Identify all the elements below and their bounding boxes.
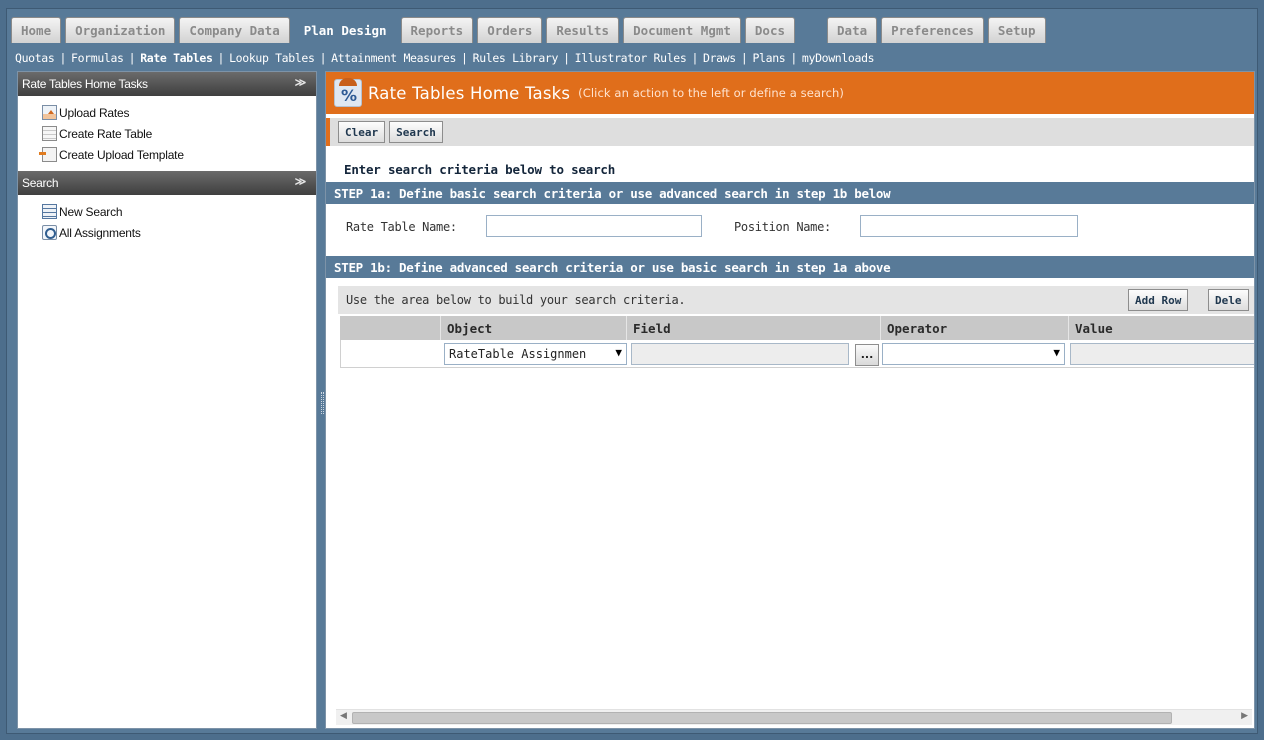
template-icon xyxy=(39,147,57,162)
search-item-label: New Search xyxy=(59,204,123,219)
title-bar: Rate Tables Home Tasks (Click an action … xyxy=(326,72,1254,114)
tab-setup[interactable]: Setup xyxy=(987,17,1046,43)
column-header-value: Value xyxy=(1068,316,1254,340)
new-search-icon xyxy=(42,204,57,219)
rate-table-name-label: Rate Table Name: xyxy=(346,220,457,234)
tab-company-data[interactable]: Company Data xyxy=(179,17,290,43)
upload-icon xyxy=(42,105,57,120)
subnav-separator: | xyxy=(691,51,699,65)
page-title-hint: (Click an action to the left or define a… xyxy=(578,86,845,100)
tab-data[interactable]: Data xyxy=(827,17,878,43)
subnav-separator: | xyxy=(790,51,797,65)
search-item-new-search[interactable]: New Search xyxy=(42,201,316,222)
subnav-link-mydownloads[interactable]: myDownloads xyxy=(802,51,875,65)
operator-select[interactable]: ▼ xyxy=(882,343,1065,365)
column-header-blank xyxy=(340,316,440,340)
horizontal-scrollbar[interactable]: ◀ ▶ xyxy=(336,709,1252,725)
dropdown-arrow-icon: ▼ xyxy=(615,346,622,359)
step-1b-header: STEP 1b: Define advanced search criteria… xyxy=(326,256,1254,278)
field-input[interactable] xyxy=(631,343,849,365)
subnav-link-attainment-measures[interactable]: Attainment Measures xyxy=(331,51,456,65)
subnav-separator: | xyxy=(563,51,570,65)
subnav-link-formulas[interactable]: Formulas xyxy=(71,51,124,65)
subnav-separator: | xyxy=(740,51,748,65)
scroll-left-icon[interactable]: ◀ xyxy=(340,711,347,721)
tab-preferences[interactable]: Preferences xyxy=(881,17,984,43)
scrollbar-thumb[interactable] xyxy=(352,712,1172,724)
delete-row-button[interactable]: Dele xyxy=(1208,289,1249,311)
search-button[interactable]: Search xyxy=(389,121,443,143)
object-select-value: RateTable Assignmen xyxy=(449,347,587,361)
search-panel-title: Search xyxy=(22,176,59,190)
dropdown-arrow-icon: ▼ xyxy=(1053,346,1060,359)
task-label: Upload Rates xyxy=(59,105,130,120)
criteria-row: RateTable Assignmen ▼ ... ▼ xyxy=(340,340,1254,368)
magnifier-icon xyxy=(42,225,57,240)
search-toolbar: Clear Search xyxy=(326,118,1254,146)
task-create-rate-table[interactable]: Create Rate Table xyxy=(42,123,316,144)
column-header-object: Object xyxy=(440,316,626,340)
rate-table-name-input[interactable] xyxy=(486,215,702,237)
document-icon xyxy=(42,126,57,141)
tasks-panel-title: Rate Tables Home Tasks xyxy=(22,77,148,91)
object-select[interactable]: RateTable Assignmen ▼ xyxy=(444,343,627,365)
position-name-input[interactable] xyxy=(860,215,1078,237)
subnav-link-rate-tables[interactable]: Rate Tables xyxy=(140,51,213,65)
task-list: Upload Rates Create Rate Table Create Up… xyxy=(18,96,316,171)
column-header-field: Field xyxy=(626,316,880,340)
search-list: New Search All Assignments xyxy=(18,195,316,249)
task-label: Create Rate Table xyxy=(59,126,153,141)
task-label: Create Upload Template xyxy=(59,147,184,162)
tab-plan-design[interactable]: Plan Design xyxy=(293,16,397,43)
search-instructions: Enter search criteria below to search xyxy=(344,162,616,177)
subnav-separator: | xyxy=(461,51,468,65)
app-window: Home Organization Company Data Plan Design R… xyxy=(6,8,1258,734)
tab-results[interactable]: Results xyxy=(546,17,620,43)
subnav-separator: | xyxy=(217,51,225,65)
scroll-right-icon[interactable]: ▶ xyxy=(1241,711,1248,721)
basic-search-row: Rate Table Name: Position Name: xyxy=(326,212,1254,242)
rate-table-icon xyxy=(334,78,362,107)
left-panel: Rate Tables Home Tasks ≫ Upload Rates Cr… xyxy=(17,71,324,729)
advanced-search-bar: Use the area below to build your search … xyxy=(338,286,1254,314)
tab-orders[interactable]: Orders xyxy=(477,17,543,43)
subnav-separator: | xyxy=(59,51,67,65)
sub-navigation: Quotas | Formulas | Rate Tables | Lookup Table… xyxy=(15,49,875,67)
search-item-all-assignments[interactable]: All Assignments xyxy=(42,222,316,243)
collapse-icon[interactable]: ≫ xyxy=(295,76,307,89)
advanced-search-hint: Use the area below to build your search … xyxy=(346,293,686,307)
main-tab-bar: Home Organization Company Data Plan Design R… xyxy=(11,15,1255,43)
subnav-link-plans[interactable]: Plans xyxy=(752,51,785,65)
tab-docs[interactable]: Docs xyxy=(744,17,796,43)
criteria-grid-header: Object Field Operator Value xyxy=(340,316,1254,340)
subnav-separator: | xyxy=(319,51,327,65)
page-title: Rate Tables Home Tasks xyxy=(368,83,571,103)
subnav-link-rules-library[interactable]: Rules Library xyxy=(473,51,559,65)
subnav-separator: | xyxy=(128,51,136,65)
tab-organization[interactable]: Organization xyxy=(65,17,176,43)
subnav-link-illustrator-rules[interactable]: Illustrator Rules xyxy=(575,51,687,65)
search-item-label: All Assignments xyxy=(59,225,141,240)
subnav-link-lookup-tables[interactable]: Lookup Tables xyxy=(229,51,315,65)
search-panel-header[interactable]: Search ≫ xyxy=(18,171,316,195)
tab-document-mgmt[interactable]: Document Mgmt xyxy=(623,17,741,43)
subnav-link-draws[interactable]: Draws xyxy=(703,51,736,65)
add-row-button[interactable]: Add Row xyxy=(1128,289,1189,311)
tab-reports[interactable]: Reports xyxy=(400,17,474,43)
subnav-link-quotas[interactable]: Quotas xyxy=(15,51,55,65)
position-name-label: Position Name: xyxy=(734,220,831,234)
value-input[interactable] xyxy=(1070,343,1254,365)
field-picker-button[interactable]: ... xyxy=(855,344,879,366)
tab-home[interactable]: Home xyxy=(11,17,62,43)
step-1a-header: STEP 1a: Define basic search criteria or… xyxy=(326,182,1254,204)
panel-resize-handle[interactable] xyxy=(321,392,324,414)
tasks-panel-header[interactable]: Rate Tables Home Tasks ≫ xyxy=(18,72,316,96)
task-create-upload-template[interactable]: Create Upload Template xyxy=(39,144,316,165)
column-header-operator: Operator xyxy=(880,316,1068,340)
task-upload-rates[interactable]: Upload Rates xyxy=(42,102,316,123)
clear-button[interactable]: Clear xyxy=(338,121,386,143)
collapse-icon[interactable]: ≫ xyxy=(295,175,307,188)
main-panel: Rate Tables Home Tasks (Click an action … xyxy=(325,71,1255,729)
